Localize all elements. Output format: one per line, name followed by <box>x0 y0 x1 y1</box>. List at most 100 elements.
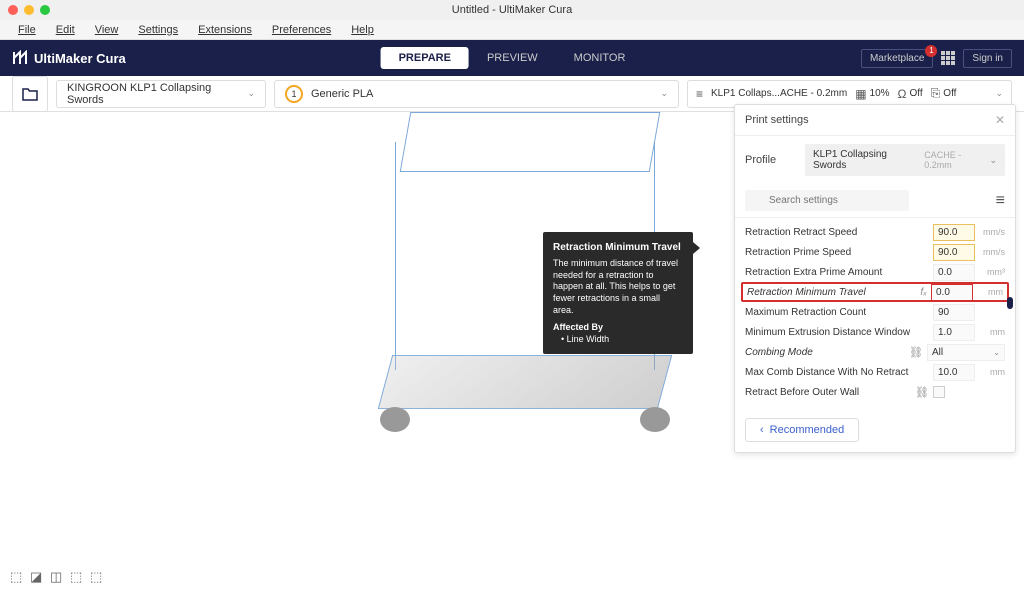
support-icon: Ω <box>898 87 907 101</box>
view-icon-3[interactable]: ◫ <box>50 569 64 583</box>
titlebar: Untitled - UltiMaker Cura <box>0 0 1024 20</box>
scrollbar-thumb[interactable] <box>1007 297 1013 309</box>
extruder-icon: 1 <box>285 85 303 103</box>
setting-label: Retraction Extra Prime Amount <box>745 267 933 278</box>
tooltip-affected-item: • Line Width <box>553 334 683 344</box>
setting-row: Retraction Minimum Travelfₓ 0.0mm <box>741 282 1009 302</box>
setting-row: Retraction Prime Speed90.0mm/s <box>735 242 1015 262</box>
search-row: ⌕ ≡ <box>735 184 1015 218</box>
profile-detail: CACHE - 0.2mm <box>924 150 989 170</box>
setting-label: Retract Before Outer Wall <box>745 387 915 398</box>
setting-label: Maximum Retraction Count <box>745 307 933 318</box>
setting-unit: mm <box>975 327 1005 337</box>
folder-icon <box>22 87 38 101</box>
settings-icon: ≡ <box>696 87 703 101</box>
setting-label: Retraction Prime Speed <box>745 247 933 258</box>
link-icon[interactable]: ⛓ <box>915 386 929 399</box>
setting-value-input[interactable]: 0.0 <box>931 284 973 301</box>
setting-value-input[interactable]: 10.0 <box>933 364 975 381</box>
recommended-button[interactable]: ‹ Recommended <box>745 418 859 442</box>
app-logo: UltiMaker Cura <box>12 50 126 66</box>
menu-extensions[interactable]: Extensions <box>188 22 262 38</box>
settings-list: Retraction Retract Speed90.0mm/sRetracti… <box>735 218 1015 410</box>
tab-preview[interactable]: PREVIEW <box>469 47 556 69</box>
logo-icon <box>12 50 28 66</box>
setting-value-input[interactable]: 90.0 <box>933 244 975 261</box>
infill-value: 10% <box>870 88 890 99</box>
profile-label: Profile <box>745 154 795 166</box>
setting-unit: mm <box>973 287 1003 297</box>
menu-help[interactable]: Help <box>341 22 384 38</box>
setting-unit: mm/s <box>975 247 1005 257</box>
setting-checkbox[interactable] <box>933 386 945 398</box>
setting-unit: mm <box>975 367 1005 377</box>
chevron-down-icon: ⌄ <box>247 88 255 99</box>
signin-button[interactable]: Sign in <box>963 49 1012 68</box>
support-value: Off <box>910 88 923 99</box>
tab-prepare[interactable]: PREPARE <box>381 47 469 69</box>
view-icon-2[interactable]: ◪ <box>30 569 44 583</box>
setting-row: Retraction Extra Prime Amount0.0mm³ <box>735 262 1015 282</box>
setting-value-input[interactable]: 90 <box>933 304 975 321</box>
setting-value-input[interactable]: 0.0 <box>933 264 975 281</box>
print-settings-panel: Print settings ✕ Profile KLP1 Collapsing… <box>734 104 1016 453</box>
chevron-down-icon: ⌄ <box>995 88 1003 99</box>
settings-panel-title: Print settings <box>745 114 809 126</box>
marketplace-label: Marketplace <box>870 53 924 64</box>
setting-unit: mm³ <box>975 267 1005 277</box>
hamburger-icon[interactable]: ≡ <box>996 192 1005 210</box>
window-title: Untitled - UltiMaker Cura <box>452 4 572 16</box>
tab-monitor[interactable]: MONITOR <box>556 47 644 69</box>
menu-view[interactable]: View <box>85 22 129 38</box>
printer-dropdown[interactable]: KINGROON KLP1 Collapsing Swords ⌄ <box>56 80 266 108</box>
setting-label: Minimum Extrusion Distance Window <box>745 327 933 338</box>
adhesion-value: Off <box>943 88 956 99</box>
setting-row: Retraction Retract Speed90.0mm/s <box>735 222 1015 242</box>
setting-value-input[interactable]: 90.0 <box>933 224 975 241</box>
menubar: File Edit View Settings Extensions Prefe… <box>0 20 1024 40</box>
close-icon[interactable]: ✕ <box>995 113 1005 127</box>
menu-settings[interactable]: Settings <box>128 22 188 38</box>
printer-name: KINGROON KLP1 Collapsing Swords <box>67 82 247 106</box>
open-file-button[interactable] <box>12 76 48 112</box>
menu-file[interactable]: File <box>8 22 46 38</box>
material-dropdown[interactable]: 1 Generic PLA ⌄ <box>274 80 679 108</box>
grid-icon[interactable] <box>941 51 955 65</box>
view-icon-1[interactable]: ⬚ <box>10 569 24 583</box>
search-input[interactable] <box>745 190 909 211</box>
marketplace-button[interactable]: Marketplace 1 <box>861 49 933 68</box>
menu-preferences[interactable]: Preferences <box>262 22 341 38</box>
recommended-label: Recommended <box>770 424 845 436</box>
setting-tooltip: Retraction Minimum Travel The minimum di… <box>543 232 693 354</box>
setting-label: Retraction Retract Speed <box>745 227 933 238</box>
setting-row: Minimum Extrusion Distance Window1.0mm <box>735 322 1015 342</box>
topbar: UltiMaker Cura PREPARE PREVIEW MONITOR M… <box>0 40 1024 76</box>
setting-row: Max Comb Distance With No Retract10.0mm <box>735 362 1015 382</box>
chevron-down-icon: ⌄ <box>660 88 668 99</box>
view-icon-4[interactable]: ⬚ <box>70 569 84 583</box>
setting-unit: mm/s <box>975 227 1005 237</box>
traffic-lights <box>8 5 50 15</box>
profile-dropdown[interactable]: KLP1 Collapsing Swords CACHE - 0.2mm ⌄ <box>805 144 1005 176</box>
view-icon-5[interactable]: ⬚ <box>90 569 104 583</box>
menu-edit[interactable]: Edit <box>46 22 85 38</box>
chevron-down-icon: ⌄ <box>989 155 997 166</box>
setting-label: Combing Mode <box>745 347 909 358</box>
setting-row: Retract Before Outer Wall⛓ <box>735 382 1015 402</box>
link-icon[interactable]: ⛓ <box>909 346 923 359</box>
maximize-window-button[interactable] <box>40 5 50 15</box>
chevron-left-icon: ‹ <box>760 424 764 436</box>
setting-value-input[interactable]: 1.0 <box>933 324 975 341</box>
profile-row: Profile KLP1 Collapsing Swords CACHE - 0… <box>735 136 1015 184</box>
setting-dropdown[interactable]: All⌄ <box>927 344 1005 361</box>
topbar-right: Marketplace 1 Sign in <box>861 49 1012 68</box>
setting-label: Retraction Minimum Travel <box>747 287 920 298</box>
profile-name: KLP1 Collapsing Swords <box>813 149 920 171</box>
marketplace-badge: 1 <box>925 45 937 57</box>
view-mode-icons: ⬚ ◪ ◫ ⬚ ⬚ <box>10 569 104 583</box>
close-window-button[interactable] <box>8 5 18 15</box>
settings-panel-header: Print settings ✕ <box>735 105 1015 136</box>
minimize-window-button[interactable] <box>24 5 34 15</box>
fx-icon[interactable]: fₓ <box>920 287 927 298</box>
top-tabs: PREPARE PREVIEW MONITOR <box>381 47 644 69</box>
